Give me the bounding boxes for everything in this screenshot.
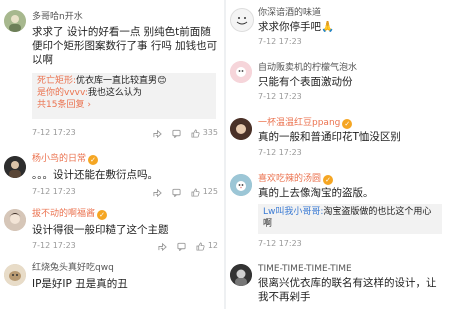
comment-item: 拔不动的啊福酱 ✓ 设计得很一般印糙了这个主题 7-12 17:23 12 [0,203,224,255]
comment-meta: 7-12 17:23 12 [32,240,218,252]
reply-box[interactable]: Lw叫我小哥哥:淘宝盗版做的也比这个用心啊 [258,204,442,234]
timestamp: 7-12 17:23 [258,92,302,101]
reply-text: 优衣库一直比较直男 [76,76,158,86]
username[interactable]: 杨小鸟的日常 ✓ [32,154,99,165]
left-comment-column: 多哥哈n开水 求求了 设计的好看一点 别纯色t前面随便印个矩形图案数行了事 行吗… [0,0,224,309]
reply-row: 是你的vvvv:我也这么认为 [37,87,211,99]
comment-item: 多哥哈n开水 求求了 设计的好看一点 别纯色t前面随便印个矩形图案数行了事 行吗… [0,0,224,143]
share-icon [153,129,162,138]
share-button[interactable] [153,129,162,138]
emoji-icon: 🙏 [321,21,335,33]
timestamp: 7-12 17:23 [32,128,76,137]
username[interactable]: 多哥哈n开水 [32,12,83,23]
comment-meta: 7-12 17:23 [258,238,444,250]
username[interactable]: 喜欢吃辣的汤圆 ✓ [258,174,334,185]
comment-item: 杨小鸟的日常 ✓ 。。。设计还能在敷衍点吗。 7-12 17:23 125 [0,148,224,200]
username[interactable]: TIME-TIME-TIME-TIME [258,264,352,275]
share-icon [153,188,162,197]
comment-text: 设计得很一般印糙了这个主题 [32,224,169,236]
comment-screenshot: 多哥哈n开水 求求了 设计的好看一点 别纯色t前面随便印个矩形图案数行了事 行吗… [0,0,450,309]
comment-item: 红烧兔头真好吃qwq IP是好IP 丑是真的丑 [0,256,224,309]
comment-meta: 7-12 17:23 335 [32,127,218,139]
comment-meta: 7-12 17:23 [258,147,444,159]
avatar[interactable] [230,118,252,140]
username[interactable]: 你深谙酒的味道 [258,8,321,19]
username[interactable]: 红烧兔头真好吃qwq [32,263,114,274]
verified-badge-icon: ✓ [97,210,108,220]
comment-text: 。。。设计还能在敷衍点吗。 [32,169,158,181]
like-icon [196,241,205,251]
timestamp: 7-12 17:23 [32,187,76,196]
comment-icon [177,242,186,251]
verified-badge-icon: ✓ [323,175,334,185]
share-icon [158,242,167,251]
like-button[interactable]: 335 [191,127,218,139]
comment-icon [172,129,181,138]
reply-row: 死亡矩形:优衣库一直比较直男😊 [37,75,211,87]
comment-text: 求求了 设计的好看一点 别纯色t前面随便印个矩形图案数行了事 行吗 加钱也可以啊 [32,26,218,66]
timestamp: 7-12 17:23 [258,37,302,46]
comment-item: 你深谙酒的味道 求求你停手吧🙏 7-12 17:23 [226,0,450,50]
comment-button[interactable] [172,129,181,138]
reply-row: Lw叫我小哥哥:淘宝盗版做的也比这个用心啊 [263,206,437,230]
reply-author[interactable]: 是你的vvvv: [37,88,88,98]
avatar[interactable] [4,209,26,231]
comment-text: 很离兴优衣库的联名有这样的设计，让我不再剁手 [258,277,437,303]
username[interactable]: 一杯温温红豆ppang ✓ [258,118,353,129]
username[interactable]: 拔不动的啊福酱 ✓ [32,209,108,220]
comment-text: 求求你停手吧🙏 [258,21,335,33]
like-button[interactable]: 12 [196,240,218,252]
comment-item: 喜欢吃辣的汤圆 ✓ 真的上去像淘宝的盗版。 Lw叫我小哥哥:淘宝盗版做的也比这个用… [226,168,450,258]
timestamp: 7-12 17:23 [258,239,302,248]
avatar[interactable] [4,264,26,286]
right-comment-column: 你深谙酒的味道 求求你停手吧🙏 7-12 17:23 自动贩卖机的柠檬气泡水 只… [226,0,450,309]
avatar[interactable] [230,174,252,196]
comment-meta: 7-12 17:23 [258,91,444,103]
comment-button[interactable] [172,188,181,197]
avatar[interactable] [230,61,252,83]
verified-badge-icon: ✓ [342,119,353,129]
avatar[interactable] [4,156,26,178]
reply-author[interactable]: Lw叫我小哥哥: [263,207,323,217]
like-icon [191,128,200,138]
avatar[interactable] [230,264,252,286]
comment-text: IP是好IP 丑是真的丑 [32,278,128,290]
comment-icon [172,188,181,197]
avatar[interactable] [230,8,254,32]
like-count: 125 [202,187,218,196]
comment-text: 真的一般和普通印花T恤没区别 [258,131,401,143]
more-replies-link[interactable]: 共15条回复 › [37,99,211,111]
username[interactable]: 自动贩卖机的柠檬气泡水 [258,63,357,74]
verified-badge-icon: ✓ [88,155,99,165]
emoji-icon: 😊 [157,76,167,86]
comment-meta: 7-12 17:23 [258,36,444,48]
comment-item: TIME-TIME-TIME-TIME 很离兴优衣库的联名有这样的设计，让我不再… [226,258,450,309]
reply-author[interactable]: 死亡矩形: [37,76,76,86]
comment-meta: 7-12 17:23 125 [32,186,218,198]
like-count: 335 [202,128,218,137]
comment-text: 只能有个表面激动份 [258,76,353,88]
like-icon [191,187,200,197]
like-count: 12 [207,241,218,250]
comment-item: 自动贩卖机的柠檬气泡水 只能有个表面激动份 7-12 17:23 [226,55,450,105]
comment-button[interactable] [177,242,186,251]
reply-text: 我也这么认为 [87,88,142,98]
reply-box[interactable]: 死亡矩形:优衣库一直比较直男😊 是你的vvvv:我也这么认为 共15条回复 › [32,73,216,119]
comment-item: 一杯温温红豆ppang ✓ 真的一般和普通印花T恤没区别 7-12 17:23 [226,110,450,165]
timestamp: 7-12 17:23 [32,241,76,250]
share-button[interactable] [153,188,162,197]
share-button[interactable] [158,242,167,251]
avatar[interactable] [4,10,26,32]
timestamp: 7-12 17:23 [258,148,302,157]
like-button[interactable]: 125 [191,186,218,198]
comment-text: 真的上去像淘宝的盗版。 [258,187,374,199]
